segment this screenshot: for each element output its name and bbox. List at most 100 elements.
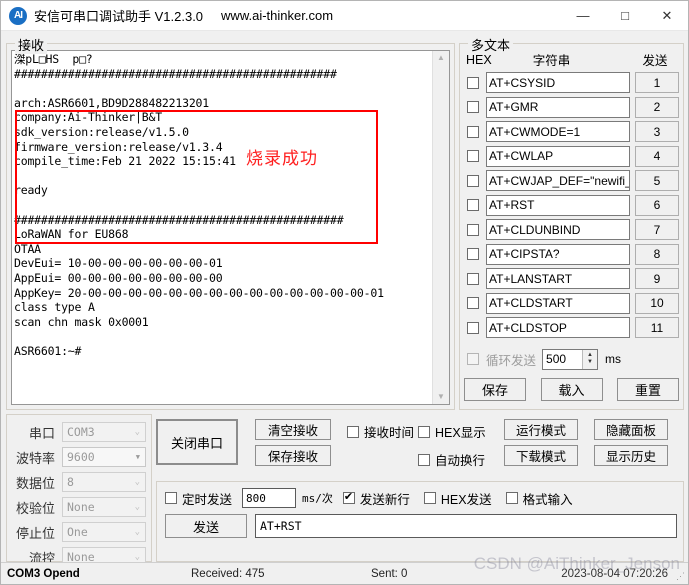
serial-field-select[interactable]: None ⌄ <box>62 497 146 517</box>
command-send-button[interactable]: 2 <box>635 96 679 118</box>
close-port-button[interactable]: 关闭串口 <box>156 419 238 465</box>
scroll-down-icon[interactable]: ▼ <box>437 390 445 404</box>
command-hex-checkbox[interactable] <box>467 248 479 260</box>
command-hex-checkbox[interactable] <box>467 76 479 89</box>
serial-field-select[interactable]: COM3 ⌄ <box>62 422 146 442</box>
command-hex-checkbox[interactable] <box>467 297 479 309</box>
serial-field-select[interactable]: 8 ⌄ <box>62 472 146 492</box>
command-input[interactable]: AT+CLDUNBIND <box>486 219 630 240</box>
command-input[interactable]: AT+CSYSID <box>486 72 630 93</box>
send-newline-checkbox-row[interactable]: 发送新行 <box>342 489 410 508</box>
command-input[interactable]: AT+CLDSTART <box>486 292 630 314</box>
hide-panel-button[interactable]: 隐藏面板 <box>594 419 669 440</box>
command-hex-checkbox[interactable] <box>467 321 479 334</box>
annotation-label: 烧录成功 <box>246 149 318 169</box>
serial-field-value: COM3 <box>67 425 95 439</box>
send-options-row: 定时发送 800 ms/次 发送新行 HEX发送 格式输入 <box>165 488 677 508</box>
command-send-button[interactable]: 11 <box>635 317 679 338</box>
command-row: AT+CWJAP_DEF="newifi_ 5 <box>464 170 679 191</box>
auto-newline-label: 自动换行 <box>435 454 486 468</box>
load-button[interactable]: 载入 <box>540 377 603 401</box>
maximize-icon[interactable]: □ <box>604 1 646 31</box>
serial-field-select[interactable]: 9600 ▼ <box>62 447 146 467</box>
send-interval-input[interactable]: 800 <box>242 488 297 508</box>
save-button[interactable]: 保存 <box>464 377 526 401</box>
timed-send-checkbox-row[interactable]: 定时发送 <box>165 489 232 508</box>
loop-send-checkbox[interactable] <box>467 353 479 365</box>
format-input-label: 格式输入 <box>522 492 573 507</box>
command-hex-checkbox[interactable] <box>467 199 479 211</box>
main-body: 接收 滐pL□HS p□? ##########################… <box>1 31 688 410</box>
loop-send-row: 循环发送 500 ▲ ▼ ms <box>464 348 679 370</box>
show-history-button[interactable]: 显示历史 <box>594 445 669 466</box>
command-send-button[interactable]: 7 <box>635 219 679 240</box>
command-send-button[interactable]: 6 <box>635 194 679 216</box>
command-input[interactable]: AT+GMR <box>486 96 630 118</box>
reset-button[interactable]: 重置 <box>617 377 679 401</box>
format-input-checkbox[interactable] <box>505 492 518 504</box>
receive-textarea[interactable]: 滐pL□HS p□? #############################… <box>12 51 432 404</box>
send-input-row: 发送 AT+RST <box>165 514 677 538</box>
clear-receive-button[interactable]: 清空接收 <box>255 419 331 440</box>
display-options-col: HEX显示 自动换行 <box>418 419 494 469</box>
receive-column: 接收 滐pL□HS p□? ##########################… <box>1 31 459 410</box>
receive-textarea-wrap[interactable]: 滐pL□HS p□? #############################… <box>11 50 450 405</box>
recv-time-checkbox-row[interactable]: 接收时间 <box>347 422 414 441</box>
command-send-button[interactable]: 9 <box>635 268 679 289</box>
resize-grip-icon[interactable]: ⋰ <box>676 571 685 582</box>
vendor-url: www.ai-thinker.com <box>221 8 334 23</box>
command-hex-checkbox[interactable] <box>467 125 479 138</box>
command-input[interactable]: AT+CIPSTA? <box>486 243 630 265</box>
timed-send-checkbox[interactable] <box>165 492 177 504</box>
send-interval-unit: ms/次 <box>302 492 333 505</box>
minimize-icon[interactable]: — <box>562 1 604 31</box>
command-send-button[interactable]: 5 <box>635 170 679 191</box>
command-input[interactable]: AT+CWLAP <box>486 145 630 167</box>
command-send-button[interactable]: 8 <box>635 243 679 265</box>
auto-newline-checkbox-row[interactable]: 自动换行 <box>418 450 494 469</box>
serial-field: 波特率 9600 ▼ <box>12 446 146 468</box>
command-send-button[interactable]: 1 <box>635 72 679 93</box>
command-row: AT+CWLAP 4 <box>464 145 679 167</box>
command-input[interactable]: AT+RST <box>486 194 630 216</box>
command-input[interactable]: AT+CLDSTOP <box>486 317 630 338</box>
command-input[interactable]: AT+CWMODE=1 <box>486 121 630 142</box>
save-receive-button[interactable]: 保存接收 <box>255 445 331 466</box>
serial-field-label: 校验位 <box>15 500 55 516</box>
recv-time-checkbox[interactable] <box>347 425 359 438</box>
scroll-up-icon[interactable]: ▲ <box>437 51 445 65</box>
send-input[interactable]: AT+RST <box>255 514 677 538</box>
hex-send-checkbox[interactable] <box>423 492 436 504</box>
command-hex-checkbox[interactable] <box>467 150 479 162</box>
command-hex-checkbox[interactable] <box>467 272 479 285</box>
recv-time-label: 接收时间 <box>364 426 415 440</box>
serial-field-value: One <box>67 525 88 539</box>
command-send-button[interactable]: 3 <box>635 121 679 142</box>
multitext-group: 多文本 HEX 字符串 发送 AT+CSYSID 1 AT+GMR 2 AT+CWMOD… <box>459 35 684 410</box>
download-mode-button[interactable]: 下载模式 <box>504 445 579 466</box>
recv-actions: 清空接收 保存接收 <box>255 419 331 466</box>
command-hex-checkbox[interactable] <box>467 223 479 236</box>
mode-buttons: 运行模式 下载模式 <box>504 419 579 466</box>
command-hex-checkbox[interactable] <box>467 101 479 113</box>
command-input[interactable]: AT+LANSTART <box>486 268 630 289</box>
send-button[interactable]: 发送 <box>165 514 247 538</box>
hex-show-checkbox[interactable] <box>418 425 431 438</box>
hex-send-checkbox-row[interactable]: HEX发送 <box>423 489 492 508</box>
auto-newline-checkbox[interactable] <box>418 453 431 466</box>
send-newline-checkbox[interactable] <box>342 490 355 504</box>
command-send-button[interactable]: 4 <box>635 145 679 167</box>
serial-settings-group: 串口 COM3 ⌄ 波特率 9600 ▼ 数据位 8 ⌄ 校验位 None ⌄ 停止位 One ⌄ 流控 Non… <box>6 414 152 567</box>
format-input-checkbox-row[interactable]: 格式输入 <box>505 489 573 508</box>
command-hex-checkbox[interactable] <box>467 174 479 187</box>
command-input[interactable]: AT+CWJAP_DEF="newifi_ <box>486 170 630 191</box>
run-mode-button[interactable]: 运行模式 <box>504 419 579 440</box>
hex-show-checkbox-row[interactable]: HEX显示 <box>418 422 494 441</box>
loop-interval-stepper[interactable]: 500 ▲ ▼ <box>542 348 599 370</box>
command-row: AT+RST 6 <box>464 194 679 216</box>
receive-scrollbar[interactable]: ▲ ▼ <box>432 51 449 404</box>
close-icon[interactable]: ✕ <box>646 1 688 31</box>
stepper-arrows-icon[interactable]: ▲ ▼ <box>582 349 598 369</box>
serial-field-select[interactable]: One ⌄ <box>62 522 146 542</box>
command-send-button[interactable]: 10 <box>635 292 679 314</box>
